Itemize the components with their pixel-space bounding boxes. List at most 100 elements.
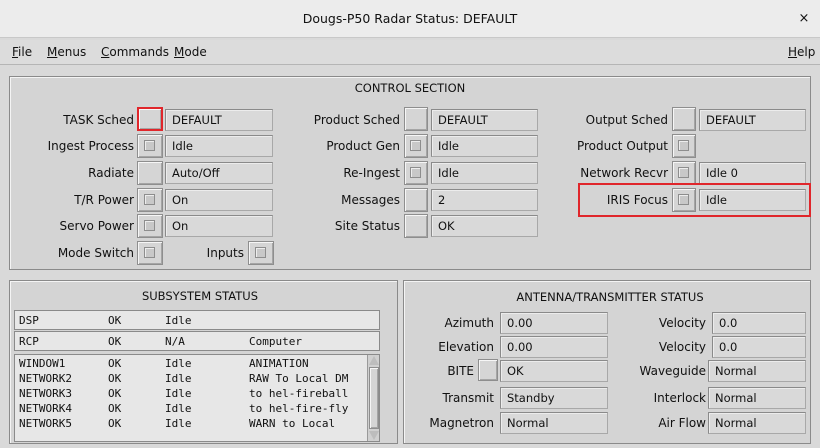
bite-label: BITE [447,364,474,378]
network-recvr-button[interactable] [672,161,696,185]
subsystem-state: Idle [165,387,192,400]
azimuth-label: Azimuth [444,316,494,330]
subsystem-name: NETWORK4 [19,402,72,415]
site-status-button[interactable] [404,214,428,238]
re-ingest-indicator [410,167,421,178]
mode-switch-indicator [144,247,155,258]
bite-button[interactable] [478,359,498,381]
output-sched-value: DEFAULT [699,109,806,131]
output-sched-button[interactable] [672,107,696,131]
iris-focus-indicator [678,194,689,205]
product-gen-value: Idle [431,135,538,157]
bite-value: OK [500,360,608,382]
subsystem-name: DSP [19,314,39,327]
azimuth-value: 0.00 [500,312,608,334]
list-item[interactable]: WINDOW1 OK Idle ANIMATION [15,357,365,371]
servo-power-button[interactable] [137,214,163,238]
subsystem-row-dsp[interactable]: DSP OK Idle [14,310,380,330]
ingest-process-button[interactable] [137,134,163,158]
subsystem-status: OK [108,402,122,415]
subsystem-list[interactable]: WINDOW1 OK Idle ANIMATION NETWORK2 OK Id… [14,354,380,442]
magnetron-label: Magnetron [429,416,494,430]
subsystem-scrollbar[interactable] [367,355,379,441]
product-sched-value: DEFAULT [431,109,538,131]
radiate-button[interactable] [137,161,163,185]
inputs-label: Inputs [206,246,244,260]
product-gen-indicator [410,140,421,151]
task-sched-button[interactable] [137,107,163,131]
window-title: Dougs-P50 Radar Status: DEFAULT [302,11,518,26]
subsystem-info: to hel-fireball [249,387,349,400]
subsystem-state: Idle [165,372,192,385]
ingest-process-value: Idle [165,135,273,157]
subsystem-row-rcp[interactable]: RCP OK N/A Computer [14,331,380,351]
subsystem-state: Idle [165,357,192,370]
subsystem-status: OK [108,387,122,400]
subsystem-name: NETWORK3 [19,387,72,400]
inputs-button[interactable] [248,241,274,265]
subsystem-name: NETWORK2 [19,372,72,385]
product-gen-button[interactable] [404,134,428,158]
messages-button[interactable] [404,188,428,212]
network-recvr-value: Idle 0 [699,162,806,184]
tr-power-indicator [144,194,155,205]
site-status-label: Site Status [334,219,400,233]
subsystem-name: RCP [19,335,39,348]
iris-focus-button[interactable] [672,188,696,212]
list-item[interactable]: NETWORK2 OK Idle RAW To Local DM [15,372,365,386]
transmit-label: Transmit [442,391,494,405]
subsystem-status: OK [108,335,122,348]
velocity-value-1: 0.0 [712,312,806,334]
product-sched-button[interactable] [404,107,428,131]
product-output-button[interactable] [672,134,696,158]
subsystem-status: OK [108,314,122,327]
velocity-value-2: 0.0 [712,336,806,358]
re-ingest-label: Re-Ingest [343,166,400,180]
subsystem-status: OK [108,417,122,430]
subsystem-status: OK [108,372,122,385]
close-icon[interactable]: × [795,10,813,28]
product-sched-label: Product Sched [313,113,400,127]
servo-power-value: On [165,215,273,237]
antenna-transmitter-title: ANTENNA/TRANSMITTER STATUS [516,290,704,304]
subsystem-state: N/A [165,335,185,348]
product-gen-label: Product Gen [326,139,400,153]
subsystem-name: NETWORK5 [19,417,72,430]
mode-switch-label: Mode Switch [57,246,134,260]
tr-power-button[interactable] [137,188,163,212]
iris-focus-label: IRIS Focus [606,193,668,207]
list-item[interactable]: NETWORK4 OK Idle to hel-fire-fly [15,402,365,416]
site-status-value: OK [431,215,538,237]
product-output-indicator [678,140,689,151]
servo-power-indicator [144,220,155,231]
ingest-process-indicator [144,140,155,151]
menu-help[interactable]: Help [788,45,815,59]
mode-switch-button[interactable] [137,241,163,265]
subsystem-info: RAW To Local DM [249,372,349,385]
subsystem-state: Idle [165,314,192,327]
air-flow-label: Air Flow [658,416,706,430]
subsystem-info: WARN to Local [249,417,336,430]
messages-label: Messages [341,193,400,207]
subsystem-state: Idle [165,402,192,415]
magnetron-value: Normal [500,412,608,434]
subsystem-info: to hel-fire-fly [249,402,349,415]
scrollbar-thumb[interactable] [369,367,379,429]
output-sched-label: Output Sched [585,113,668,127]
menu-commands[interactable]: Commands [101,45,169,59]
waveguide-label: Waveguide [639,364,707,378]
list-item[interactable]: NETWORK5 OK Idle WARN to Local [15,417,365,431]
re-ingest-button[interactable] [404,161,428,185]
velocity-label-2: Velocity [658,340,706,354]
task-sched-value: DEFAULT [165,109,273,131]
scroll-down-arrow-icon[interactable] [369,431,379,440]
menu-file[interactable]: File [12,45,32,59]
tr-power-label: T/R Power [74,193,134,207]
task-sched-label: TASK Sched [63,113,134,127]
menu-menus[interactable]: Menus [47,45,86,59]
list-item[interactable]: NETWORK3 OK Idle to hel-fireball [15,387,365,401]
inputs-indicator [255,247,266,258]
scroll-up-arrow-icon[interactable] [369,356,379,365]
elevation-value: 0.00 [500,336,608,358]
menu-mode[interactable]: Mode [174,45,207,59]
